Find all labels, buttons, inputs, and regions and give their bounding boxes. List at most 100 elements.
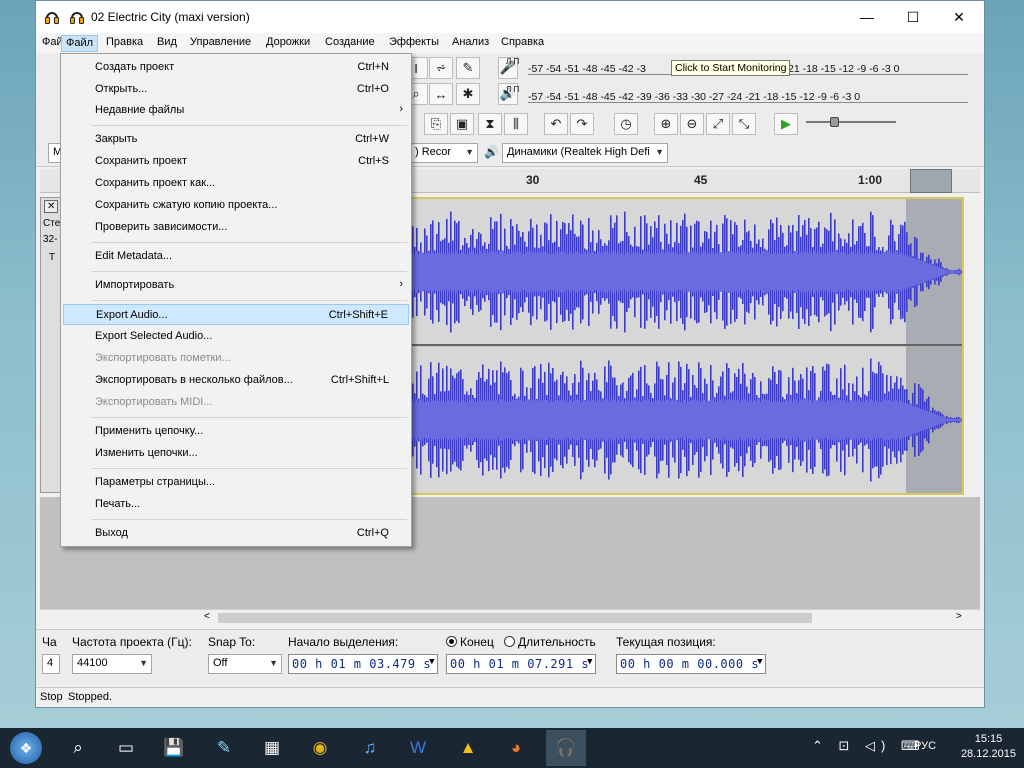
end-radio-button[interactable] bbox=[446, 636, 457, 647]
menu-view[interactable]: Вид bbox=[153, 35, 181, 52]
zoom-in-icon[interactable]: ⊕ bbox=[654, 113, 678, 135]
file-menu-save-project[interactable]: Сохранить проект Ctrl+S bbox=[63, 151, 409, 172]
firefox-icon[interactable]: ◕ bbox=[502, 734, 530, 762]
menu-file[interactable]: Файл bbox=[61, 35, 99, 52]
record-device-select[interactable]: ) Recor ▼ bbox=[410, 143, 478, 163]
project-rate-select[interactable]: 44100 ▼ bbox=[72, 654, 152, 674]
scroll-right-icon[interactable]: > bbox=[956, 611, 962, 622]
scrollbar-thumb[interactable] bbox=[218, 613, 812, 623]
file-menu-item-shortcut: Ctrl+W bbox=[355, 133, 389, 145]
silence-icon[interactable]: ⫼ bbox=[504, 113, 528, 135]
trim-icon[interactable]: ⧗ bbox=[478, 113, 502, 135]
word-icon[interactable]: W bbox=[404, 734, 432, 762]
status-text: Stopped. bbox=[68, 691, 113, 703]
file-menu-page-setup[interactable]: Параметры страницы... bbox=[63, 472, 409, 493]
file-menu-edit-chains[interactable]: Изменить цепочки... bbox=[63, 443, 409, 464]
track-info-2: 32- bbox=[43, 234, 58, 245]
selection-start-label: Начало выделения: bbox=[288, 635, 399, 649]
maximize-button[interactable]: ☐ bbox=[890, 1, 936, 33]
draw-tool-icon[interactable]: ✎ bbox=[456, 57, 480, 79]
chrome-icon[interactable]: ◉ bbox=[306, 734, 334, 762]
file-menu-new-project[interactable]: Создать проект Ctrl+N bbox=[63, 57, 409, 78]
file-menu-edit-metadata[interactable]: Edit Metadata... bbox=[63, 246, 409, 267]
menu-analyze[interactable]: Анализ bbox=[448, 35, 493, 52]
file-menu-item-label: Выход bbox=[95, 527, 128, 539]
play-at-speed-icon[interactable]: ▶ bbox=[774, 113, 798, 135]
start-button-icon[interactable]: ❖ bbox=[10, 732, 42, 764]
file-menu-save-project-as[interactable]: Сохранить проект как... bbox=[63, 173, 409, 194]
play-speed-slider-handle[interactable] bbox=[830, 117, 839, 127]
file-menu-item-shortcut: Ctrl+Shift+E bbox=[328, 309, 388, 321]
search-icon[interactable]: ⌕ bbox=[64, 734, 92, 762]
timeline-tick-100: 1:00 bbox=[858, 173, 883, 187]
envelope-tool-icon[interactable]: ⩫ bbox=[429, 57, 453, 79]
language-indicator[interactable]: РУС bbox=[914, 740, 936, 752]
track-info-1: Сте bbox=[43, 218, 61, 229]
zoom-out-icon[interactable]: ⊖ bbox=[680, 113, 704, 135]
selection-start-field[interactable]: 00 h 01 m 03.479 s ▼ bbox=[288, 654, 438, 674]
file-menu-item-label: Печать... bbox=[95, 498, 141, 510]
sync-lock-icon[interactable]: ◷ bbox=[614, 113, 638, 135]
floppy-save-icon[interactable]: 💾 bbox=[160, 734, 188, 762]
file-menu-apply-chain[interactable]: Применить цепочку... bbox=[63, 421, 409, 442]
file-menu-print[interactable]: Печать... bbox=[63, 494, 409, 515]
status-left: Stop bbox=[40, 691, 63, 703]
undo-icon[interactable]: ↶ bbox=[544, 113, 568, 135]
file-menu-close[interactable]: Закрыть Ctrl+W bbox=[63, 129, 409, 150]
length-radio-button[interactable] bbox=[504, 636, 515, 647]
snap-to-select[interactable]: Off ▼ bbox=[208, 654, 282, 674]
file-menu-item-label: Изменить цепочки... bbox=[95, 447, 198, 459]
copy-icon[interactable]: ⎘ bbox=[424, 113, 448, 135]
calculator-icon[interactable]: ▦ bbox=[258, 734, 286, 762]
rate-cut-field: 4 bbox=[42, 654, 60, 674]
file-menu-export-multiple[interactable]: Экспортировать в несколько файлов... Ctrl… bbox=[63, 370, 409, 391]
file-menu-item-label: Export Audio... bbox=[96, 309, 168, 321]
system-tray-icons[interactable]: ⌃ ⊡ ◁) ⌨ bbox=[812, 738, 926, 754]
timeshift-tool-icon[interactable]: ↔ bbox=[429, 83, 453, 105]
menu-generate[interactable]: Создание bbox=[321, 35, 379, 52]
close-button[interactable]: ✕ bbox=[936, 1, 982, 33]
playback-meter[interactable]: Л П -57 -54 -51 -48 -45 -42 -39 -36 -33 … bbox=[506, 85, 976, 107]
file-menu-check-dependencies[interactable]: Проверить зависимости... bbox=[63, 217, 409, 238]
length-radio[interactable]: Длительность bbox=[504, 635, 596, 649]
selection-end-field[interactable]: 00 h 01 m 07.291 s ▼ bbox=[446, 654, 596, 674]
file-menu-item-label: Открыть... bbox=[95, 83, 148, 95]
menu-effects[interactable]: Эффекты bbox=[385, 35, 443, 52]
file-menu-export-selected-audio[interactable]: Export Selected Audio... bbox=[63, 326, 409, 347]
record-meter-channels: Л П bbox=[506, 57, 520, 66]
scroll-left-icon[interactable]: < bbox=[204, 611, 210, 622]
music-note-icon[interactable]: ♫ bbox=[356, 734, 384, 762]
file-menu-open[interactable]: Открыть... Ctrl+O bbox=[63, 79, 409, 100]
redo-icon[interactable]: ↷ bbox=[570, 113, 594, 135]
play-speed-slider[interactable] bbox=[806, 121, 896, 123]
menu-tracks[interactable]: Дорожки bbox=[262, 35, 314, 52]
current-position-field[interactable]: 00 h 00 m 00.000 s ▼ bbox=[616, 654, 766, 674]
clock[interactable]: 15:15 28.12.2015 bbox=[961, 732, 1016, 762]
track-close-button[interactable]: ✕ bbox=[44, 200, 59, 213]
drive-icon[interactable]: ▲ bbox=[454, 734, 482, 762]
file-menu-item-label: Сохранить проект bbox=[95, 155, 188, 167]
fit-selection-icon[interactable]: ⤢ bbox=[706, 113, 730, 135]
end-radio[interactable]: Конец bbox=[446, 635, 494, 649]
fit-project-icon[interactable]: ⤡ bbox=[732, 113, 756, 135]
horizontal-scrollbar[interactable]: < > bbox=[40, 609, 980, 625]
title-bar: 02 Electric City (maxi version) — ☐ ✕ bbox=[36, 1, 984, 33]
file-menu-import[interactable]: Импортировать › bbox=[63, 275, 409, 296]
notepad-icon[interactable]: ✎ bbox=[210, 734, 238, 762]
paste-icon[interactable]: ▣ bbox=[450, 113, 474, 135]
timeline-selection-marker[interactable] bbox=[910, 169, 952, 193]
menu-transport[interactable]: Управление bbox=[186, 35, 255, 52]
minimize-button[interactable]: — bbox=[844, 1, 890, 33]
audacity-taskbar-headphones-icon[interactable]: 🎧 bbox=[546, 730, 586, 766]
file-menu-recent-files[interactable]: Недавние файлы › bbox=[63, 100, 409, 121]
menu-help[interactable]: Справка bbox=[497, 35, 548, 52]
playback-device-select[interactable]: Динамики (Realtek High Defi ▼ bbox=[502, 143, 668, 163]
file-menu-dropdown: Создать проект Ctrl+N Открыть... Ctrl+O Неда… bbox=[60, 53, 412, 547]
file-menu-export-audio[interactable]: Export Audio... Ctrl+Shift+E bbox=[63, 304, 409, 325]
task-view-icon[interactable]: ▭ bbox=[112, 734, 140, 762]
menu-separator bbox=[91, 468, 407, 469]
menu-edit[interactable]: Правка bbox=[102, 35, 147, 52]
file-menu-exit[interactable]: Выход Ctrl+Q bbox=[63, 523, 409, 544]
multi-tool-icon[interactable]: ✱ bbox=[456, 83, 480, 105]
file-menu-save-compressed-copy[interactable]: Сохранить сжатую копию проекта... bbox=[63, 195, 409, 216]
